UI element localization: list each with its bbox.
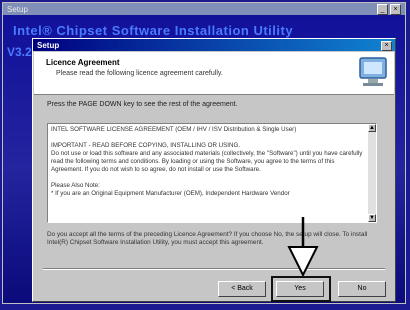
installer-title: Intel® Chipset Software Installation Uti… bbox=[13, 23, 294, 38]
license-text: INTEL SOFTWARE LICENSE AGREEMENT (OEM / … bbox=[51, 126, 363, 197]
no-button[interactable]: No bbox=[338, 281, 386, 297]
dialog-header: Licence Agreement Please read the follow… bbox=[34, 52, 394, 95]
button-divider bbox=[43, 268, 385, 270]
page-down-prompt: Press the PAGE DOWN key to see the rest … bbox=[47, 101, 238, 108]
down-arrow-icon bbox=[287, 217, 319, 277]
accept-question: Do you accept all the terms of the prece… bbox=[47, 231, 368, 246]
license-dialog: Setup × Licence Agreement Please read th… bbox=[32, 38, 396, 302]
background-title-bar: Setup bbox=[3, 3, 405, 15]
dialog-title: Setup bbox=[37, 40, 60, 50]
license-scrollbar[interactable]: ▲ ▼ bbox=[368, 124, 376, 222]
license-text-box[interactable]: INTEL SOFTWARE LICENSE AGREEMENT (OEM / … bbox=[47, 123, 377, 223]
scroll-up-icon[interactable]: ▲ bbox=[368, 124, 376, 132]
background-window-controls: _ × bbox=[377, 4, 401, 15]
yes-button[interactable]: Yes bbox=[276, 281, 324, 297]
setup-computer-icon bbox=[359, 57, 387, 86]
scroll-down-icon[interactable]: ▼ bbox=[368, 214, 376, 222]
minimize-icon[interactable]: _ bbox=[377, 4, 388, 15]
background-title: Setup bbox=[7, 4, 28, 14]
back-button[interactable]: < Back bbox=[218, 281, 266, 297]
dialog-title-bar: Setup bbox=[33, 39, 395, 51]
dialog-close-icon[interactable]: × bbox=[381, 41, 392, 51]
installer-version: V3.2 bbox=[7, 45, 32, 59]
header-title: Licence Agreement bbox=[46, 58, 120, 67]
header-subtitle: Please read the following licence agreem… bbox=[56, 70, 223, 77]
close-icon[interactable]: × bbox=[390, 4, 401, 15]
